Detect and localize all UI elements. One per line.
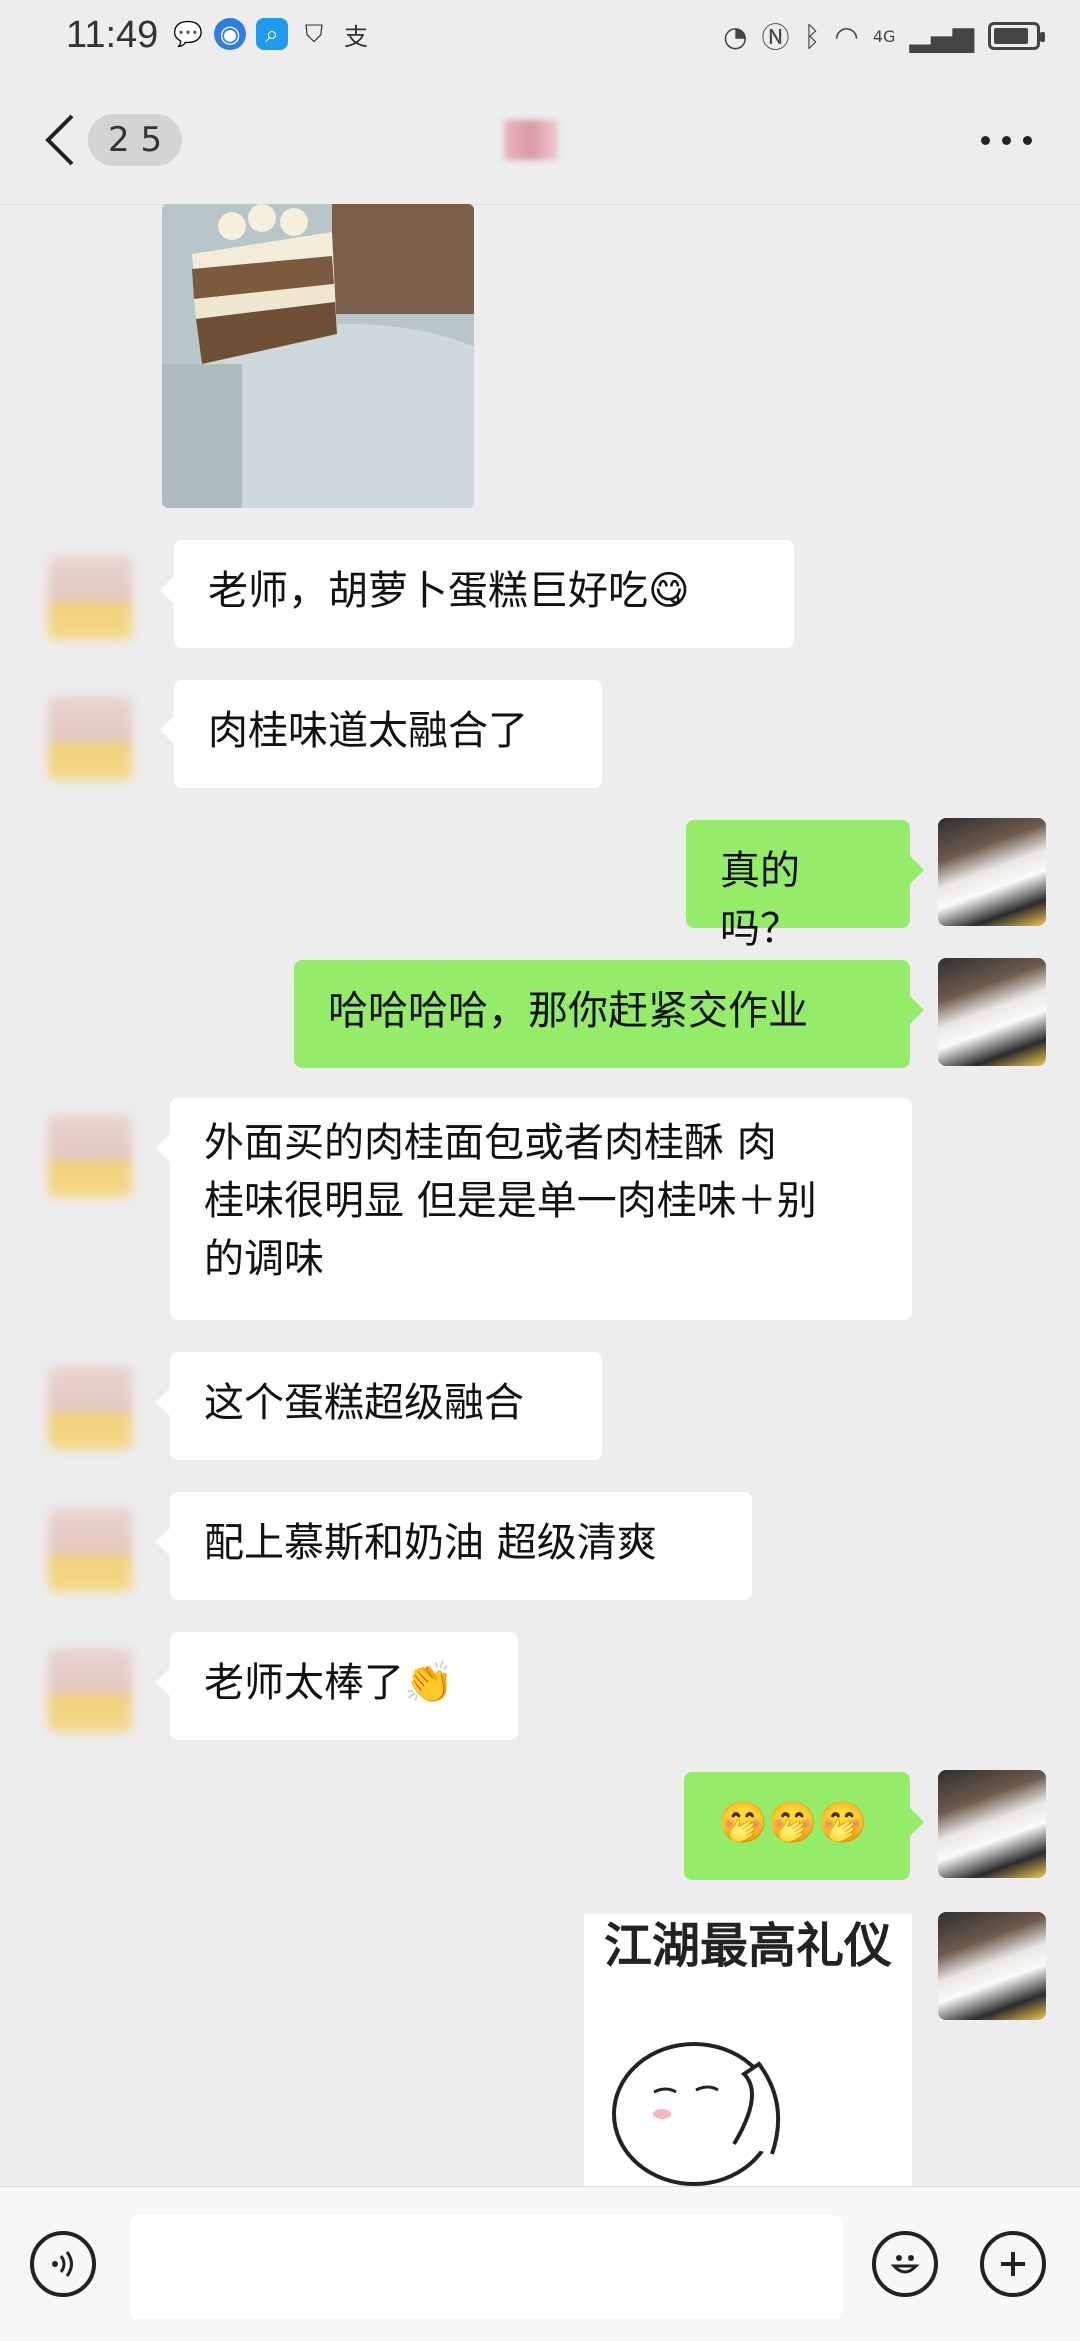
wifi-icon: ◠ xyxy=(834,19,859,53)
sticker-face xyxy=(612,2042,781,2186)
message-bubble[interactable]: 老师，胡萝卜蛋糕巨好吃😋 xyxy=(160,540,794,648)
input-bar xyxy=(0,2186,1080,2341)
avatar[interactable] xyxy=(48,1114,132,1198)
message-bubble[interactable]: 肉桂味道太融合了 xyxy=(160,680,602,788)
battery-level xyxy=(994,28,1028,44)
avatar-me[interactable] xyxy=(938,1770,1046,1878)
voice-icon[interactable] xyxy=(30,2231,96,2297)
avatar-me[interactable] xyxy=(938,1912,1046,2020)
message-bubble[interactable]: 这个蛋糕超级融合 xyxy=(156,1352,602,1460)
more-dots-icon[interactable] xyxy=(981,136,1032,145)
cake-photo[interactable] xyxy=(162,204,474,508)
message-line: 桂味很明显 但是是单一肉桂味＋别 xyxy=(204,1178,817,1224)
shield-icon: ⛉ xyxy=(305,20,323,48)
message-bubble-outgoing[interactable]: 哈哈哈哈，那你赶紧交作业 xyxy=(294,960,924,1068)
browser-icon: ◉ xyxy=(214,18,246,50)
avatar[interactable] xyxy=(48,556,132,640)
plus-icon[interactable] xyxy=(980,2231,1046,2297)
message-line: 的调味 xyxy=(204,1236,324,1282)
avatar[interactable] xyxy=(48,1648,132,1732)
message-line: 外面买的肉桂面包或者肉桂酥 肉 xyxy=(204,1120,777,1166)
status-time: 11:49 xyxy=(66,14,159,56)
alipay-icon: 支 xyxy=(344,22,368,51)
message-text: 老师太棒了👏 xyxy=(204,1660,454,1706)
message-text: 这个蛋糕超级融合 xyxy=(204,1380,524,1426)
unread-count-badge[interactable]: 2 5 xyxy=(88,114,183,166)
status-bar: 11:49 💬 ◉ ⌕ ⛉ 支 ◔ Ⓝ ᛒ ◠ 4G ▂▄▆ xyxy=(0,0,1080,76)
message-text: 真的吗？ xyxy=(720,848,800,952)
chat-title-redacted xyxy=(504,120,558,160)
avatar[interactable] xyxy=(48,696,132,780)
avatar-me[interactable] xyxy=(938,818,1046,926)
message-bubble[interactable]: 配上慕斯和奶油 超级清爽 xyxy=(156,1492,752,1600)
message-bubble-outgoing[interactable]: 真的吗？ xyxy=(686,820,924,952)
battery-icon xyxy=(988,22,1045,50)
message-text: 哈哈哈哈，那你赶紧交作业 xyxy=(328,988,808,1034)
avatar[interactable] xyxy=(48,1366,132,1450)
chevron-left-icon[interactable] xyxy=(40,112,80,168)
search-app-icon: ⌕ xyxy=(256,18,288,50)
message-text: 🤭🤭🤭 xyxy=(718,1800,868,1846)
message-bubble[interactable]: 外面买的肉桂面包或者肉桂酥 肉 桂味很明显 但是是单一肉桂味＋别 的调味 xyxy=(156,1098,912,1320)
signal-icon: ▂▄▆ xyxy=(909,19,974,53)
emoji-icon[interactable] xyxy=(872,2231,938,2297)
message-text: 老师，胡萝卜蛋糕巨好吃😋 xyxy=(208,568,690,614)
chat-header: 2 5 xyxy=(0,76,1080,205)
speed-icon: ◔ xyxy=(723,19,748,53)
message-text: 配上慕斯和奶油 超级清爽 xyxy=(204,1520,657,1566)
notification-icons: 💬 ◉ ⌕ ⛉ 支 xyxy=(172,18,372,51)
avatar-me[interactable] xyxy=(938,958,1046,1066)
avatar[interactable] xyxy=(48,1508,132,1592)
network-type: 4G xyxy=(872,26,896,46)
message-text: 肉桂味道太融合了 xyxy=(208,708,528,754)
bluetooth-icon: ᛒ xyxy=(803,19,821,53)
system-icons: ◔ Ⓝ ᛒ ◠ 4G ▂▄▆ xyxy=(723,16,1045,56)
message-input[interactable] xyxy=(130,2215,842,2319)
message-bubble[interactable]: 老师太棒了👏 xyxy=(156,1632,518,1740)
wechat-icon: 💬 xyxy=(173,20,203,48)
sticker-image[interactable]: 江湖最高礼仪 xyxy=(584,1914,912,2186)
nfc-icon: Ⓝ xyxy=(761,21,790,54)
message-bubble-outgoing[interactable]: 🤭🤭🤭 xyxy=(684,1772,924,1880)
